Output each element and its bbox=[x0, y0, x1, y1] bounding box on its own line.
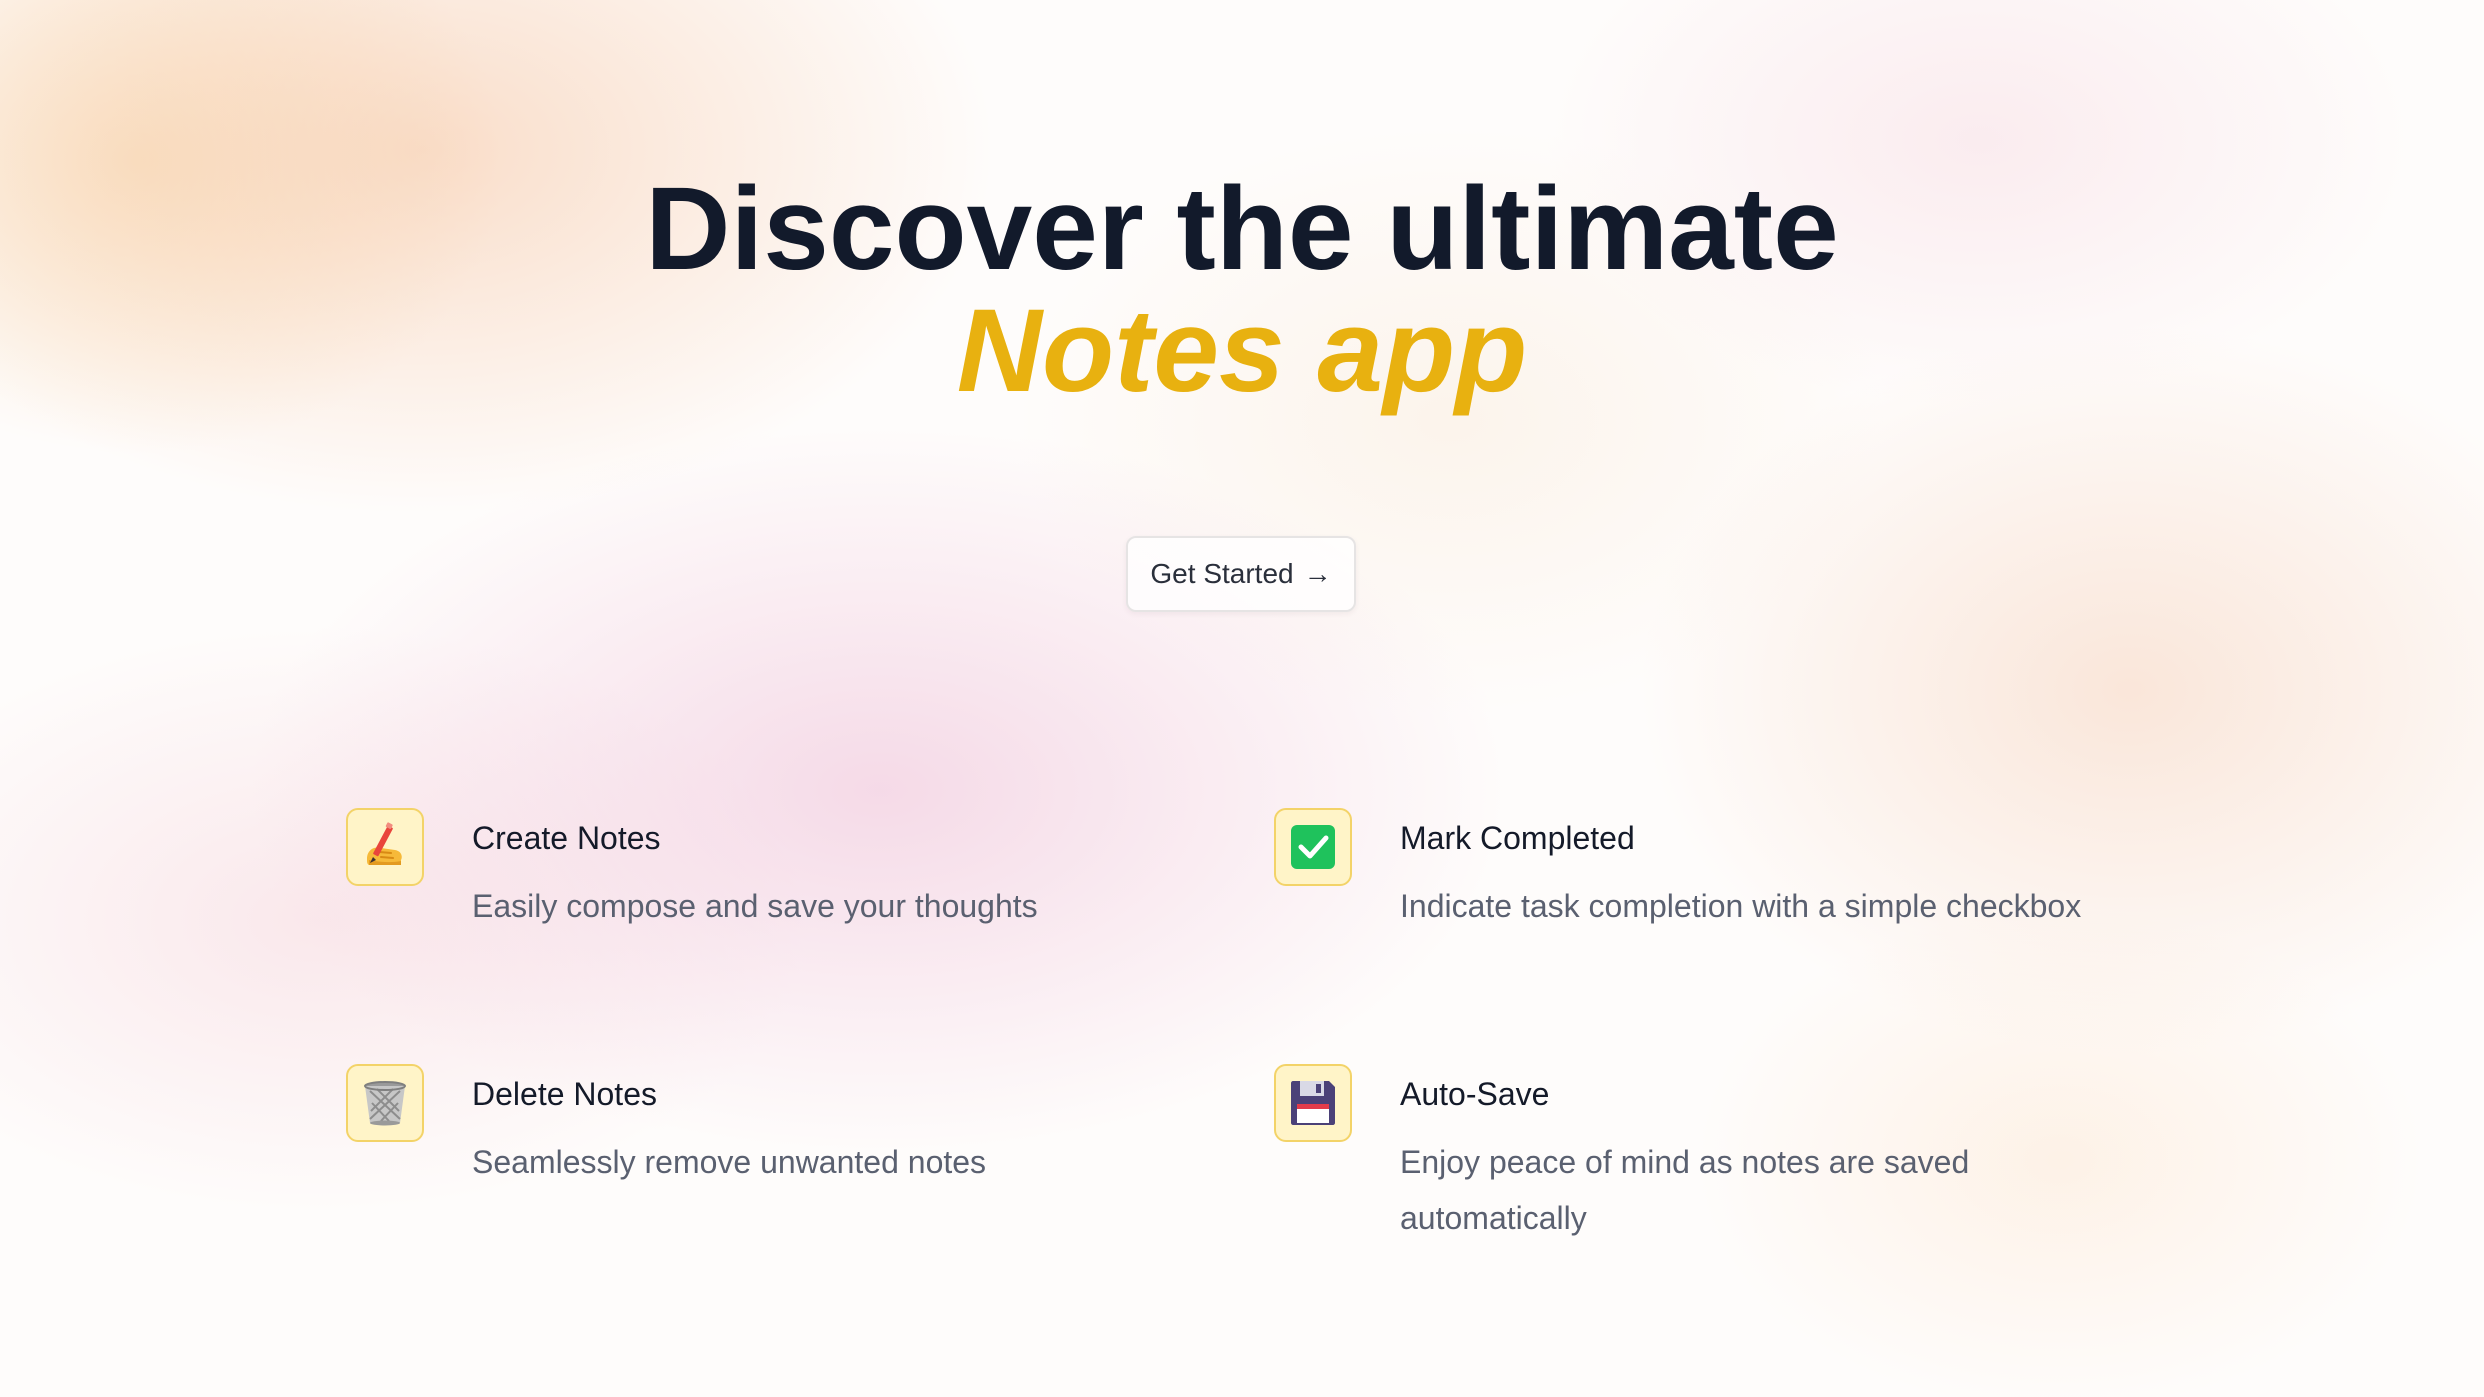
floppy-disk-icon bbox=[1291, 1081, 1335, 1125]
get-started-label: Get Started bbox=[1150, 558, 1294, 589]
check-mark-icon bbox=[1291, 825, 1335, 869]
get-started-button[interactable]: Get Started → bbox=[1126, 536, 1356, 612]
page-title: Discover the ultimate Notes app bbox=[0, 168, 2484, 412]
arrow-right-icon: → bbox=[1303, 558, 1332, 589]
feature-mark-completed: Mark Completed Indicate task completion … bbox=[1274, 808, 2120, 934]
feature-description: Enjoy peace of mind as notes are saved a… bbox=[1400, 1144, 1970, 1236]
hero-section: Discover the ultimate Notes app bbox=[0, 168, 2484, 412]
feature-auto-save: Auto-Save Enjoy peace of mind as notes a… bbox=[1274, 1064, 2000, 1246]
feature-title: Create Notes bbox=[472, 820, 661, 856]
feature-title: Auto-Save bbox=[1400, 1076, 1550, 1112]
feature-icon-box bbox=[346, 808, 424, 886]
writing-hand-icon bbox=[367, 822, 402, 865]
wastebasket-icon bbox=[364, 1081, 406, 1126]
feature-description: Indicate task completion with a simple c… bbox=[1400, 888, 2082, 924]
feature-create-notes: Create Notes Easily compose and save you… bbox=[346, 808, 1192, 934]
feature-description: Easily compose and save your thoughts bbox=[472, 888, 1038, 924]
feature-icon-box bbox=[1274, 1064, 1352, 1142]
feature-title: Mark Completed bbox=[1400, 820, 1635, 856]
feature-icon-box bbox=[346, 1064, 424, 1142]
title-line-primary: Discover the ultimate bbox=[645, 163, 1839, 295]
feature-delete-notes: Delete Notes Seamlessly remove unwanted … bbox=[346, 1064, 1192, 1190]
feature-title: Delete Notes bbox=[472, 1076, 657, 1112]
feature-icon-box bbox=[1274, 808, 1352, 886]
title-line-accent: Notes app bbox=[956, 285, 1528, 417]
feature-description: Seamlessly remove unwanted notes bbox=[472, 1144, 987, 1180]
